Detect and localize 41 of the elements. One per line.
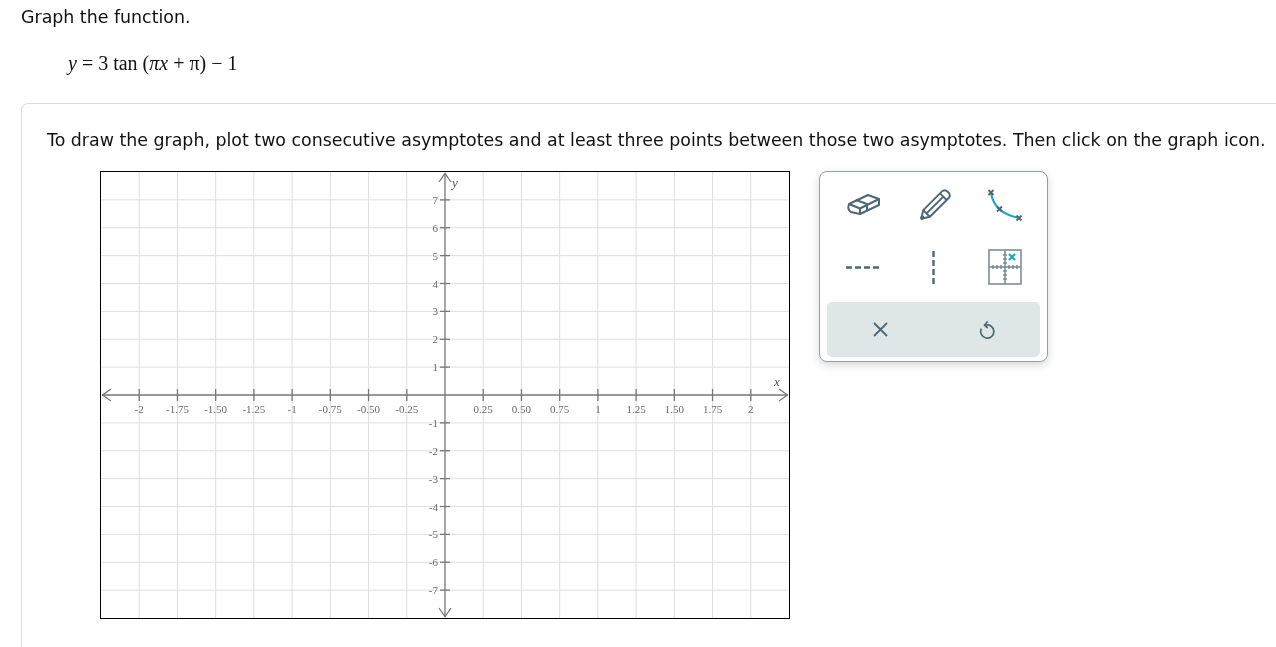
y-tick-label: 1 [432,361,438,374]
y-tick-label: 7 [432,193,438,206]
y-tick-label: 4 [432,277,438,290]
x-tick-label: 0.75 [550,403,570,415]
y-tick-label: -3 [428,472,438,485]
x-tick-label: 1.50 [664,403,684,415]
y-tick-label: 2 [432,333,438,346]
x-tick-label: -1.50 [204,403,228,415]
y-tick-label: -4 [428,500,438,513]
x-tick-label: 1.25 [626,403,646,415]
x-tick-label: -1.25 [242,403,266,415]
x-tick-label: 0.25 [473,403,493,415]
y-tick-label: 5 [432,249,438,262]
equation: y = 3 tan (πx + π) − 1 [68,51,238,75]
x-tick-label: -1.75 [166,403,189,415]
y-tick-label: -7 [428,584,438,597]
y-axis-label: y [452,175,458,190]
prompt-text: Graph the function. [21,7,191,27]
instruction-text: To draw the graph, plot two consecutive asymptotes and at least three points between those two asymptotes. Then click on the graph icon. [47,130,1266,150]
cross-icon[interactable] [872,322,888,337]
y-tick-label: -5 [428,528,438,541]
grid-icon[interactable] [987,249,1022,285]
y-tick-label: -6 [428,556,438,569]
x-tick-label: 1 [595,403,601,415]
x-tick-label: 1.75 [702,403,723,415]
x-tick-label: 0.50 [511,403,532,415]
x-tick-label: -1 [287,403,297,415]
dashed-vertical-line-icon[interactable] [932,250,935,284]
x-tick-label: 2 [748,403,754,415]
undo-icon[interactable] [978,320,995,339]
x-axis-label: x [774,374,780,389]
y-tick-label: -2 [428,444,438,457]
y-tick-label: 6 [432,221,438,234]
x-tick-label: -0.75 [318,403,342,415]
dashed-horizontal-line-icon[interactable] [846,265,879,269]
x-tick-label: -2 [134,403,144,415]
y-tick-label: -1 [428,416,438,429]
x-tick-label: -0.25 [395,403,419,415]
graph-canvas[interactable]: -2 -1.75 -1.50 -1.25 -1 -0.75 -0.50 -0.25 0.25 0.50 0.75 1 1.25 1.50 1.75 2 -7 -6 -5 -4 -3 -2 -1 1 2 3 4 5 6 7 x y [100,171,790,619]
y-tick-label: 3 [432,305,438,318]
x-tick-label: -0.50 [357,403,380,415]
